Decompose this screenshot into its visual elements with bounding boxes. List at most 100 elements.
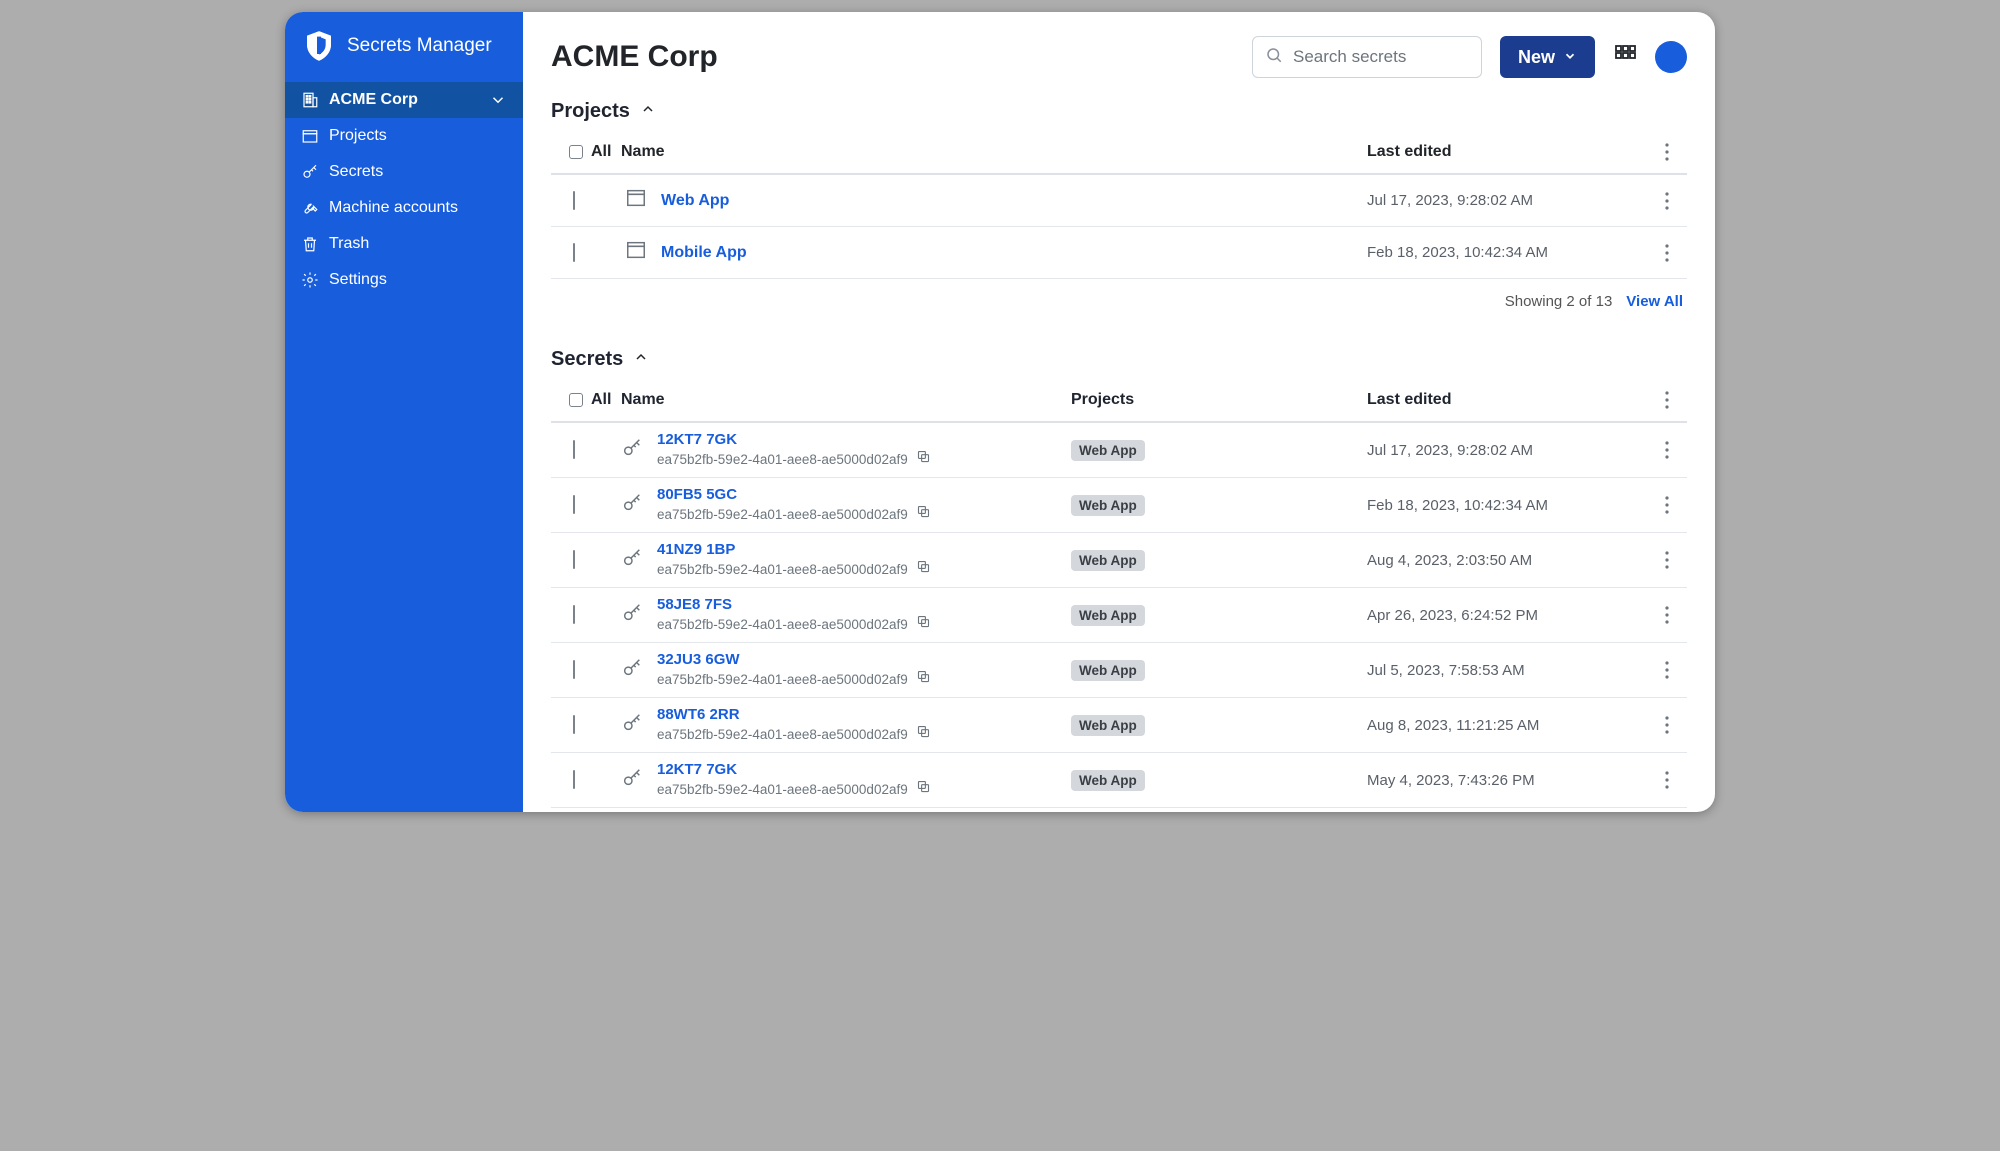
row-checkbox[interactable] [573,550,575,569]
copy-icon[interactable] [916,779,931,799]
sidebar-nav: ACME Corp Projects Secrets [285,82,523,298]
secret-id: ea75b2fb-59e2-4a01-aee8-ae5000d02af9 [657,782,908,797]
row-checkbox[interactable] [573,660,575,679]
topbar: ACME Corp New [551,36,1687,78]
project-chip[interactable]: Web App [1071,715,1145,736]
secret-id: ea75b2fb-59e2-4a01-aee8-ae5000d02af9 [657,617,908,632]
key-icon [621,712,643,739]
secret-link[interactable]: 12KT7 7GK [657,431,931,448]
avatar[interactable] [1655,41,1687,73]
key-icon [621,657,643,684]
new-button[interactable]: New [1500,36,1595,78]
projects-section-head[interactable]: Projects [551,100,1687,123]
sidebar-item-trash[interactable]: Trash [285,226,523,262]
shield-logo-icon [303,30,335,62]
apps-icon[interactable] [1613,43,1637,72]
row-checkbox[interactable] [573,191,575,210]
top-actions: New [1252,36,1687,78]
copy-icon[interactable] [916,504,931,524]
row-more-icon[interactable] [1647,496,1687,514]
sidebar-item-label: Settings [329,271,387,289]
folder-icon [301,127,319,145]
secret-link[interactable]: 88WT6 2RR [657,706,931,723]
sidebar-item-projects[interactable]: Projects [285,118,523,154]
row-checkbox[interactable] [573,770,575,789]
sidebar-org-label: ACME Corp [329,91,418,109]
row-more-icon[interactable] [1647,716,1687,734]
sidebar-item-settings[interactable]: Settings [285,262,523,298]
secret-row: 58JE8 7FS ea75b2fb-59e2-4a01-aee8-ae5000d… [551,588,1687,643]
projects-showing-text: Showing 2 of 13 [1505,293,1613,310]
row-checkbox[interactable] [573,715,575,734]
secrets-col-projects: Projects [1071,391,1367,409]
projects-head-more[interactable] [1647,143,1687,161]
project-link[interactable]: Web App [661,192,729,210]
sidebar-item-label: Secrets [329,163,383,181]
search-box[interactable] [1252,36,1482,78]
brand: Secrets Manager [285,12,523,82]
search-input[interactable] [1293,47,1469,67]
sidebar-org-selector[interactable]: ACME Corp [285,82,523,118]
sidebar-item-machine-accounts[interactable]: Machine accounts [285,190,523,226]
secret-row: 80FB5 5GCea75b2fb-59e2-4a01-aee8-ae5000d… [551,478,1687,533]
secrets-section-head[interactable]: Secrets [551,348,1687,371]
row-more-icon[interactable] [1647,244,1687,262]
projects-view-all[interactable]: View All [1626,293,1683,310]
secret-row: 41NZ9 1BP ea75b2fb-59e2-4a01-aee8-ae5000d… [551,533,1687,588]
brand-title: Secrets Manager [347,35,492,57]
sidebar-item-label: Trash [329,235,369,253]
project-row: Web App Jul 17, 2023, 9:28:02 AM [551,175,1687,227]
projects-col-edited: Last edited [1367,143,1647,161]
row-more-icon[interactable] [1647,661,1687,679]
select-all-checkbox[interactable] [569,393,583,407]
secret-link[interactable]: 58JE8 7FS [657,596,931,613]
secret-edited: Jul 17, 2023, 9:28:02 AM [1367,442,1647,459]
secret-link[interactable]: 32JU3 6GW [657,651,931,668]
sidebar-item-secrets[interactable]: Secrets [285,154,523,190]
select-all-checkbox[interactable] [569,145,583,159]
project-row: Mobile App Feb 18, 2023, 10:42:34 AM [551,227,1687,279]
row-more-icon[interactable] [1647,551,1687,569]
project-chip[interactable]: Web App [1071,605,1145,626]
secret-link[interactable]: 12KT7 7GK [657,761,931,778]
projects-col-name: Name [621,143,1367,161]
copy-icon[interactable] [916,614,931,634]
page-title: ACME Corp [551,40,718,74]
projects-section-title: Projects [551,100,630,123]
project-chip[interactable]: Web App [1071,770,1145,791]
secret-edited: Jul 5, 2023, 7:58:53 AM [1367,662,1647,679]
row-checkbox[interactable] [573,243,575,262]
gear-icon [301,271,319,289]
row-checkbox[interactable] [573,440,575,459]
row-checkbox[interactable] [573,495,575,514]
copy-icon[interactable] [916,724,931,744]
copy-icon[interactable] [916,669,931,689]
row-more-icon[interactable] [1647,192,1687,210]
secret-row: 88WT6 2RRea75b2fb-59e2-4a01-aee8-ae5000d… [551,698,1687,753]
secrets-head-more[interactable] [1647,391,1687,409]
projects-col-all[interactable]: All [551,143,621,161]
project-chip[interactable]: Web App [1071,440,1145,461]
secrets-section-title: Secrets [551,348,623,371]
secret-link[interactable]: 41NZ9 1BP [657,541,931,558]
sidebar-item-label: Machine accounts [329,199,458,217]
secret-link[interactable]: 80FB5 5GC [657,486,931,503]
row-more-icon[interactable] [1647,441,1687,459]
project-icon [625,239,647,266]
copy-icon[interactable] [916,449,931,469]
project-chip[interactable]: Web App [1071,550,1145,571]
project-link[interactable]: Mobile App [661,244,747,262]
row-more-icon[interactable] [1647,771,1687,789]
row-more-icon[interactable] [1647,606,1687,624]
secret-edited: Apr 26, 2023, 6:24:52 PM [1367,607,1647,624]
secrets-col-all[interactable]: All [551,391,621,409]
project-chip[interactable]: Web App [1071,660,1145,681]
project-chip[interactable]: Web App [1071,495,1145,516]
main-content: ACME Corp New [523,12,1715,812]
secret-row: 12KT7 7GKea75b2fb-59e2-4a01-aee8-ae5000d… [551,423,1687,478]
secret-id: ea75b2fb-59e2-4a01-aee8-ae5000d02af9 [657,562,908,577]
copy-icon[interactable] [916,559,931,579]
project-icon [625,187,647,214]
row-checkbox[interactable] [573,605,575,624]
key-icon [301,163,319,181]
